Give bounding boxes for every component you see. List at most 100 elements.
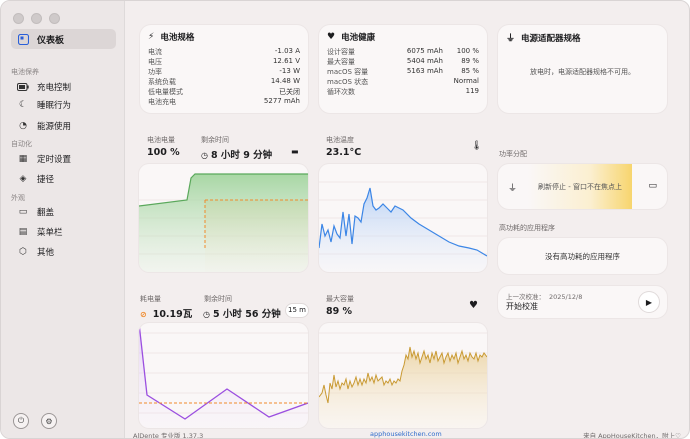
sidebar-item-charge-control[interactable]: 充电控制 [17,79,71,95]
sidebar-item-label: 捷径 [37,175,55,185]
spec-row: 电池充电 5277 mAh [148,97,300,106]
calendar-icon: ▦ [18,154,28,164]
spec-row: 功率 -13 W [148,67,300,76]
sidebar: 仪表板 电池保养 充电控制 ☾ 睡眠行为 ◔ 能源使用 自动化 ▦ 定时设置 ◈… [1,1,125,438]
top-apps-title: 高功耗的应用程序 [499,224,555,232]
spec-row: 电压 12.61 V [148,57,300,66]
sidebar-item-label: 翻盖 [37,208,55,218]
consumption-time-label: 剩余时间 [204,295,232,303]
sidebar-item-schedule[interactable]: ▦ 定时设置 [17,151,71,167]
battery-status-icon: ▬ [291,147,299,156]
last-calibration: 上一次校准： 2025/12/8 [506,293,583,301]
consumption-time-value: ◷ 5 小时 56 分钟 [203,309,281,320]
consumption-value: ⊘ 10.19瓦 [140,309,193,320]
calibration-title: 开始校准 [506,302,538,311]
battery-icon [17,81,29,93]
gear-icon: ⚙ [45,416,53,426]
spec-row: 系统负载 14.48 W [148,77,300,86]
heart-icon: ♥ [327,32,336,42]
laptop-icon: ▭ [18,207,28,217]
sidebar-group-title: 电池保养 [11,68,39,76]
power-distribution-message: 刷新停止 - 窗口不在焦点上 [538,183,622,191]
bolt-icon: ⚡ [148,32,155,42]
sidebar-item-label: 定时设置 [37,155,72,165]
temperature-label: 电池温度 [326,136,354,144]
sidebar-item-label: 菜单栏 [37,228,63,238]
time-remaining-label: 剩余时间 [201,136,229,144]
sidebar-item-label: 充电控制 [37,83,72,93]
card-title: 电池健康 [341,33,376,43]
time-remaining-value: ◷ 8 小时 9 分钟 [201,150,273,161]
adapter-message: 放电时，电源适配器规格不可用。 [530,68,635,76]
window-controls [13,13,60,24]
sidebar-item-lid[interactable]: ▭ 翻盖 [17,204,54,220]
battery-spec-card: ⚡ 电池规格 电流 -1.03 A 电压 12.61 V 功率 -13 W 系统负载 14… [140,25,308,113]
sidebar-item-label: 能源使用 [37,122,72,132]
sidebar-item-sleep[interactable]: ☾ 睡眠行为 [17,97,71,113]
max-capacity-chart [319,323,487,428]
top-apps-message: 没有高功耗的应用程序 [545,252,620,261]
sidebar-group-title: 外观 [11,194,25,202]
card-title: 电源适配器规格 [521,33,581,44]
battery-level-value: 100 % [147,147,180,158]
play-icon: ▶ [645,297,653,307]
thermometer-icon: 🌡 [471,141,483,151]
app-window: 仪表板 电池保养 充电控制 ☾ 睡眠行为 ◔ 能源使用 自动化 ▦ 定时设置 ◈… [0,0,690,439]
sidebar-item-label: 睡眠行为 [37,101,72,111]
laptop-icon: ▭ [648,181,657,191]
plug-icon: ⏚ [508,184,518,194]
max-capacity-value: 89 % [326,306,353,317]
zoom-button[interactable] [49,13,60,24]
clock-icon: ◷ [201,151,208,160]
settings-button[interactable]: ⚙ [41,413,57,429]
health-row: macOS 状态 Normal [327,77,479,86]
sidebar-group-title: 自动化 [11,140,32,148]
menubar-icon: ▤ [18,227,28,237]
card-title: 电池规格 [160,33,195,43]
battery-level-chart [139,164,308,272]
power-distribution-title: 功率分配 [499,150,527,158]
minimize-button[interactable] [31,13,42,24]
battery-level-label: 电池电量 [147,136,175,144]
plug-icon: ⏚ [506,34,516,44]
health-row: 循环次数 119 [327,87,479,96]
consumption-label: 耗电量 [140,295,161,303]
dashboard-icon [17,33,29,45]
time-range-button[interactable]: 15 m [286,304,308,317]
layers-icon: ◈ [19,174,27,184]
top-apps-card: 没有高功耗的应用程序 [498,238,667,274]
health-row: macOS 容量 5163 mAh 85 % [327,67,479,76]
max-capacity-label: 最大容量 [326,295,354,303]
start-calibration-button[interactable]: ▶ [639,292,659,312]
sidebar-item-label: 仪表板 [37,35,65,46]
power-icon: ⏻ [17,416,25,425]
power-button[interactable]: ⏻ [13,413,29,429]
spec-row: 电流 -1.03 A [148,47,300,56]
adapter-card: ⏚ 电源适配器规格 放电时，电源适配器规格不可用。 [498,25,667,113]
health-row: 设计容量 6075 mAh 100 % [327,47,479,56]
battery-health-card: ♥ 电池健康 设计容量 6075 mAh 100 % 最大容量 5404 mAh 89 %… [319,25,487,113]
temperature-chart [319,164,487,272]
sidebar-item-other[interactable]: ⬡ 其他 [17,244,54,260]
clock-icon: ◷ [203,310,210,319]
health-row: 最大容量 5404 mAh 89 % [327,57,479,66]
sidebar-item-shortcuts[interactable]: ◈ 捷径 [17,171,54,187]
moon-icon: ☾ [18,100,28,110]
consumption-chart [139,323,308,428]
credits-label: 来自 AppHouseKitchen，附上♡ [583,432,681,439]
website-link[interactable]: apphousekitchen.com [370,430,442,438]
status-bar: AlDente 专业版 1.37.3 apphousekitchen.com 来… [125,428,689,439]
close-button[interactable] [13,13,24,24]
sidebar-item-menubar[interactable]: ▤ 菜单栏 [17,224,63,240]
power-distribution-card: ⏚ 刷新停止 - 窗口不在焦点上 ▭ [498,164,667,209]
no-charge-icon: ⊘ [140,310,147,319]
temperature-value: 23.1°C [326,147,362,158]
version-label: AlDente 专业版 1.37.3 [133,432,204,439]
sidebar-item-dashboard[interactable]: 仪表板 [11,29,116,49]
heart-icon: ♥ [469,300,478,311]
cube-icon: ⬡ [19,247,27,257]
gauge-icon: ◔ [19,121,27,131]
sidebar-item-energy[interactable]: ◔ 能源使用 [17,118,71,134]
sidebar-item-label: 其他 [37,248,55,258]
calibration-card: 上一次校准： 2025/12/8 开始校准 ▶ [498,286,667,318]
